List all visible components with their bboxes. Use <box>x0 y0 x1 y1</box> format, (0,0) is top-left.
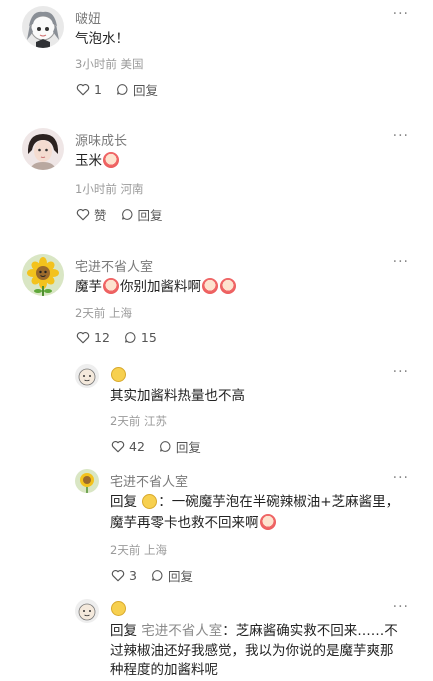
like-count: 42 <box>129 439 145 454</box>
reply-actions: 42 回复 <box>111 437 215 456</box>
reply-meta: 2天前 上海 <box>110 542 167 558</box>
clown-emoji-icon <box>202 278 218 294</box>
reply-target-name[interactable]: 宅进不省人室 <box>141 623 222 639</box>
reply-label: 回复 <box>132 83 158 98</box>
reply-button[interactable]: 回复 <box>121 205 163 224</box>
like-count: 1 <box>94 82 102 97</box>
like-button[interactable]: 1 <box>76 82 102 97</box>
heart-icon <box>111 440 125 453</box>
avatar[interactable] <box>75 469 99 493</box>
like-button[interactable]: 3 <box>111 568 137 583</box>
reply-button[interactable]: 15 <box>124 330 157 345</box>
sweat-smile-emoji-icon <box>111 601 126 616</box>
more-options-icon[interactable]: ··· <box>393 128 409 144</box>
avatar[interactable] <box>22 128 64 170</box>
reply-location: 上海 <box>143 543 167 557</box>
comment-location: 美国 <box>120 57 144 71</box>
chat-bubble-icon <box>125 332 136 343</box>
reply-text-line-1: 回复 ：一碗魔芋泡在半碗辣椒油+芝麻酱里， <box>110 494 400 510</box>
chat-bubble-icon <box>152 570 163 581</box>
chat-bubble-icon <box>117 84 128 95</box>
like-button[interactable]: 42 <box>111 439 145 454</box>
reply-text-line-2: 魔芋再零卡也救不回来啊 <box>110 512 277 535</box>
comment-time: 1小时前 <box>75 182 117 196</box>
sweat-smile-emoji-icon <box>142 494 158 509</box>
reply-actions: 3 回复 <box>111 566 207 585</box>
avatar[interactable] <box>75 599 99 623</box>
avatar[interactable] <box>22 254 64 296</box>
comment-3: 宅进不省人室 ··· 魔芋 你别加酱料啊 2天前 上海 12 15 <box>0 248 433 348</box>
reply-1: ··· 其实加酱料热量也不高 2天前 江苏 42 回复 <box>0 358 433 458</box>
reply-location: 江苏 <box>143 414 167 428</box>
clown-emoji-icon <box>220 278 236 294</box>
comment-1: 啵妞 ··· 气泡水！ 3小时前 美国 1 回复 <box>0 0 433 110</box>
comment-meta: 3小时前 美国 <box>75 56 143 72</box>
sunflower-avatar-icon <box>22 254 64 296</box>
comment-meta: 1小时前 河南 <box>75 181 143 197</box>
more-options-icon[interactable]: ··· <box>393 364 409 380</box>
chat-bubble-icon <box>160 441 171 452</box>
author-name[interactable]: 宅进不省人室 <box>75 256 153 275</box>
comment-2: 源味成长 ··· 玉米 1小时前 河南 赞 回复 <box>0 120 433 230</box>
more-options-icon[interactable]: ··· <box>393 599 409 615</box>
heart-icon <box>76 331 90 344</box>
comment-time: 3小时前 <box>75 57 117 71</box>
reply-label: 回复 <box>137 208 163 223</box>
chat-bubble-icon <box>121 209 132 220</box>
like-label: 赞 <box>94 208 107 223</box>
reply-text: 其实加酱料热量也不高 <box>110 388 245 404</box>
sweat-smile-emoji-icon <box>111 367 126 382</box>
person-avatar-icon <box>22 128 64 170</box>
comment-actions: 1 回复 <box>76 80 172 99</box>
clown-emoji-icon <box>103 278 119 294</box>
heart-icon <box>76 208 90 221</box>
comment-text: 魔芋 你别加酱料啊 <box>75 276 237 299</box>
comment-location: 上海 <box>108 306 132 320</box>
cartoon-avatar-icon <box>75 599 99 623</box>
comment-actions: 12 15 <box>76 330 171 345</box>
more-options-icon[interactable]: ··· <box>393 254 409 270</box>
anime-girl-avatar-icon <box>22 6 64 48</box>
reply-button[interactable]: 回复 <box>159 437 201 456</box>
comment-meta: 2天前 上海 <box>75 305 132 321</box>
clown-emoji-icon <box>103 152 119 168</box>
reply-2: 宅进不省人室 ··· 回复 ：一碗魔芋泡在半碗辣椒油+芝麻酱里， 魔芋再零卡也救… <box>0 465 433 590</box>
comment-text: 玉米 <box>75 150 120 173</box>
comment-time: 2天前 <box>75 306 106 320</box>
reply-button[interactable]: 回复 <box>116 80 158 99</box>
cartoon-avatar-icon <box>75 364 99 388</box>
avatar[interactable] <box>22 6 64 48</box>
comment-actions: 赞 回复 <box>76 205 177 224</box>
author-name[interactable]: 源味成长 <box>75 130 127 149</box>
like-count: 3 <box>129 568 137 583</box>
reply-label: 回复 <box>167 569 193 584</box>
more-options-icon[interactable]: ··· <box>393 470 409 486</box>
sunflower-avatar-icon <box>75 469 99 493</box>
author-name[interactable]: 宅进不省人室 <box>110 471 188 490</box>
avatar[interactable] <box>75 364 99 388</box>
reply-meta: 2天前 江苏 <box>110 413 167 429</box>
reply-label: 回复 <box>175 440 201 455</box>
heart-icon <box>111 569 125 582</box>
reply-text-line-3: 种程度的加酱料呢 <box>110 662 218 678</box>
reply-count: 15 <box>140 330 157 345</box>
like-button[interactable]: 赞 <box>76 205 107 224</box>
comment-text: 气泡水！ <box>75 31 129 47</box>
heart-icon <box>76 83 90 96</box>
comment-location: 河南 <box>120 182 144 196</box>
clown-emoji-icon <box>259 514 276 530</box>
reply-time: 2天前 <box>110 543 141 557</box>
author-name[interactable]: 啵妞 <box>75 8 101 27</box>
reply-time: 2天前 <box>110 414 141 428</box>
more-options-icon[interactable]: ··· <box>393 6 409 22</box>
like-button[interactable]: 12 <box>76 330 110 345</box>
like-count: 12 <box>94 330 110 345</box>
reply-button[interactable]: 回复 <box>151 566 193 585</box>
reply-3: ··· 回复 宅进不省人室：芝麻酱确实救不回来……不 过辣椒油还好我感觉，我以为… <box>0 595 433 681</box>
